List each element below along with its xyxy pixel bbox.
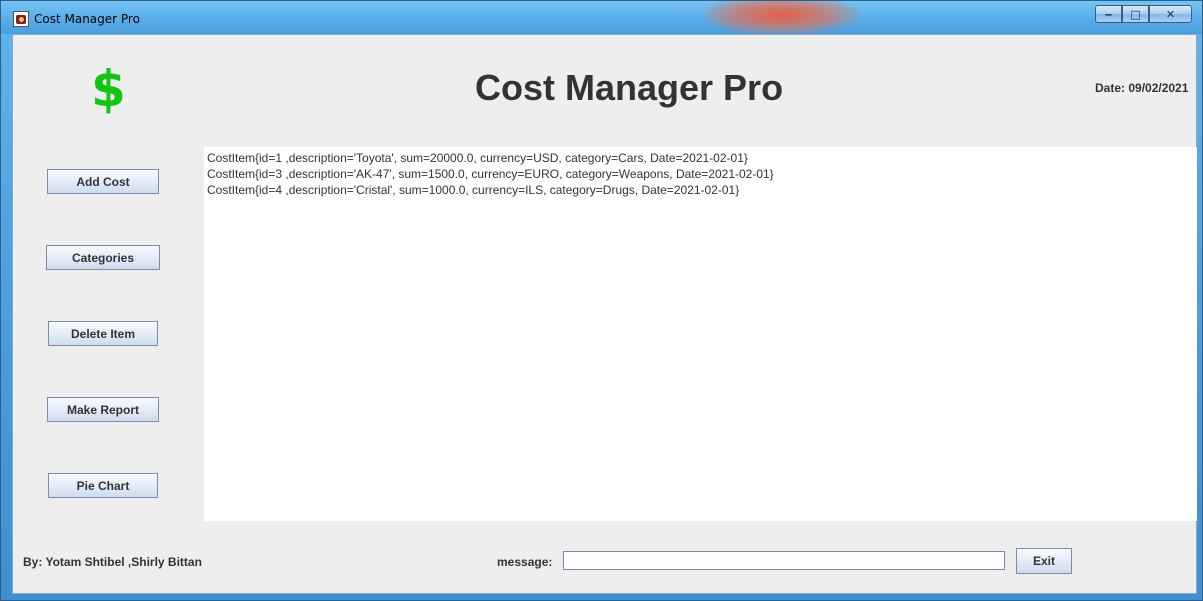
page-title: Cost Manager Pro xyxy=(475,67,784,108)
date-label: Date: 09/02/2021 xyxy=(1095,81,1189,95)
minimize-icon: ‒ xyxy=(1104,7,1113,21)
title-bar-glow xyxy=(701,1,861,35)
window-controls: ‒ □ ✕ xyxy=(1095,5,1192,24)
cost-items-list[interactable]: CostItem{id=1 ,description='Toyota', sum… xyxy=(204,147,1197,521)
categories-button[interactable]: Categories xyxy=(46,245,160,270)
dollar-icon: $ xyxy=(91,60,126,118)
list-item[interactable]: CostItem{id=4 ,description='Cristal', su… xyxy=(207,182,1194,198)
maximize-button[interactable]: □ xyxy=(1122,5,1149,23)
main-panel: $ Cost Manager Pro Date: 09/02/2021 Add … xyxy=(12,34,1197,594)
exit-button[interactable]: Exit xyxy=(1016,548,1072,574)
window-title: Cost Manager Pro xyxy=(34,12,140,26)
close-button[interactable]: ✕ xyxy=(1149,5,1192,23)
delete-item-button[interactable]: Delete Item xyxy=(48,321,158,346)
message-label: message: xyxy=(497,555,553,569)
message-field[interactable] xyxy=(563,551,1005,570)
app-icon[interactable] xyxy=(13,11,29,27)
pie-chart-button[interactable]: Pie Chart xyxy=(48,473,158,498)
minimize-button[interactable]: ‒ xyxy=(1095,5,1122,23)
close-icon: ✕ xyxy=(1165,7,1176,21)
app-window: Cost Manager Pro ‒ □ ✕ $ Cost Manager Pr… xyxy=(0,0,1203,601)
make-report-button[interactable]: Make Report xyxy=(47,397,159,422)
maximize-icon: □ xyxy=(1130,7,1141,21)
title-bar[interactable]: Cost Manager Pro ‒ □ ✕ xyxy=(1,1,1202,35)
list-item[interactable]: CostItem{id=1 ,description='Toyota', sum… xyxy=(207,150,1194,166)
add-cost-button[interactable]: Add Cost xyxy=(47,169,159,194)
list-item[interactable]: CostItem{id=3 ,description='AK-47', sum=… xyxy=(207,166,1194,182)
authors-label: By: Yotam Shtibel ,Shirly Bittan xyxy=(23,555,202,569)
